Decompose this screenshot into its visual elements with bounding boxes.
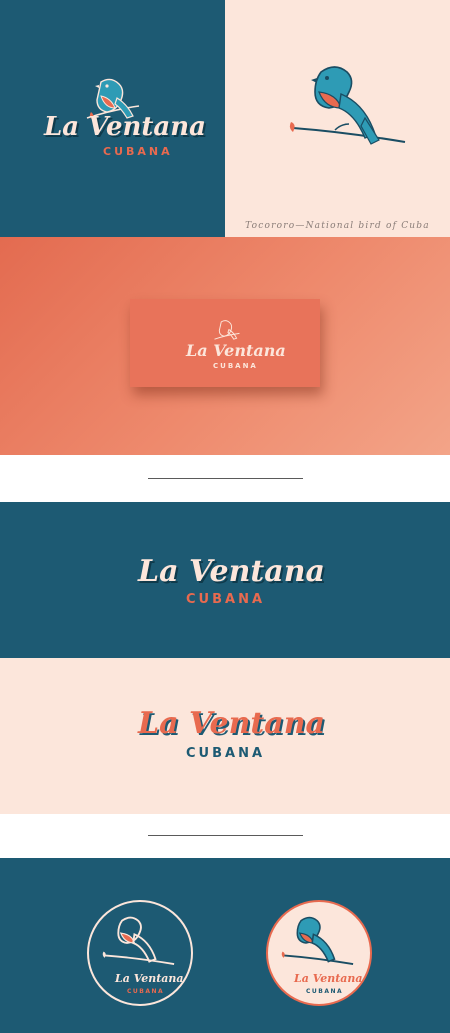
logo-panel-teal: La Ventana CUBANA — [0, 0, 225, 237]
brand-wordmark: La Ventana — [138, 554, 325, 589]
branch-icon — [292, 127, 406, 143]
wordmark-panel-teal: La Ventana CUBANA — [0, 502, 450, 658]
branch-icon — [283, 954, 354, 965]
tocororo-bird-icon — [102, 916, 175, 965]
business-card: La Ventana CUBANA — [130, 299, 320, 387]
branch-icon — [104, 954, 175, 965]
brand-subname: CUBANA — [103, 145, 173, 158]
divider-line — [148, 835, 303, 836]
divider-line — [148, 478, 303, 479]
leaf-icon — [281, 951, 285, 958]
badge-cream: La Ventana CUBANA — [266, 900, 372, 1006]
tocororo-bird-icon — [281, 916, 354, 965]
divider-section — [0, 814, 450, 858]
brand-wordmark: La Ventana — [138, 706, 325, 741]
divider-section — [0, 455, 450, 502]
badge-wordmark: La Ventana — [115, 972, 184, 985]
brand-subname: CUBANA — [186, 746, 266, 761]
tocororo-bird-icon — [214, 320, 240, 340]
card-subname: CUBANA — [213, 362, 258, 370]
badge-subname: CUBANA — [306, 988, 344, 995]
tocororo-bird-icon — [289, 66, 406, 145]
badge-panel: La Ventana CUBANA La Ventana CUBANA — [0, 858, 450, 1033]
leaf-icon — [289, 122, 295, 132]
card-mockup-panel: La Ventana CUBANA — [0, 237, 450, 455]
wordmark-panel-cream: La Ventana CUBANA — [0, 658, 450, 814]
card-wordmark: La Ventana — [186, 341, 286, 360]
brand-wordmark: La Ventana — [44, 112, 207, 142]
badge-teal: La Ventana CUBANA — [87, 900, 193, 1006]
bird-panel-cream: Tocororo—National bird of Cuba — [225, 0, 450, 237]
leaf-icon — [102, 951, 106, 958]
badge-subname: CUBANA — [127, 988, 165, 995]
bird-caption: Tocororo—National bird of Cuba — [245, 221, 430, 231]
brand-subname: CUBANA — [186, 592, 266, 607]
badge-wordmark: La Ventana — [294, 972, 363, 985]
